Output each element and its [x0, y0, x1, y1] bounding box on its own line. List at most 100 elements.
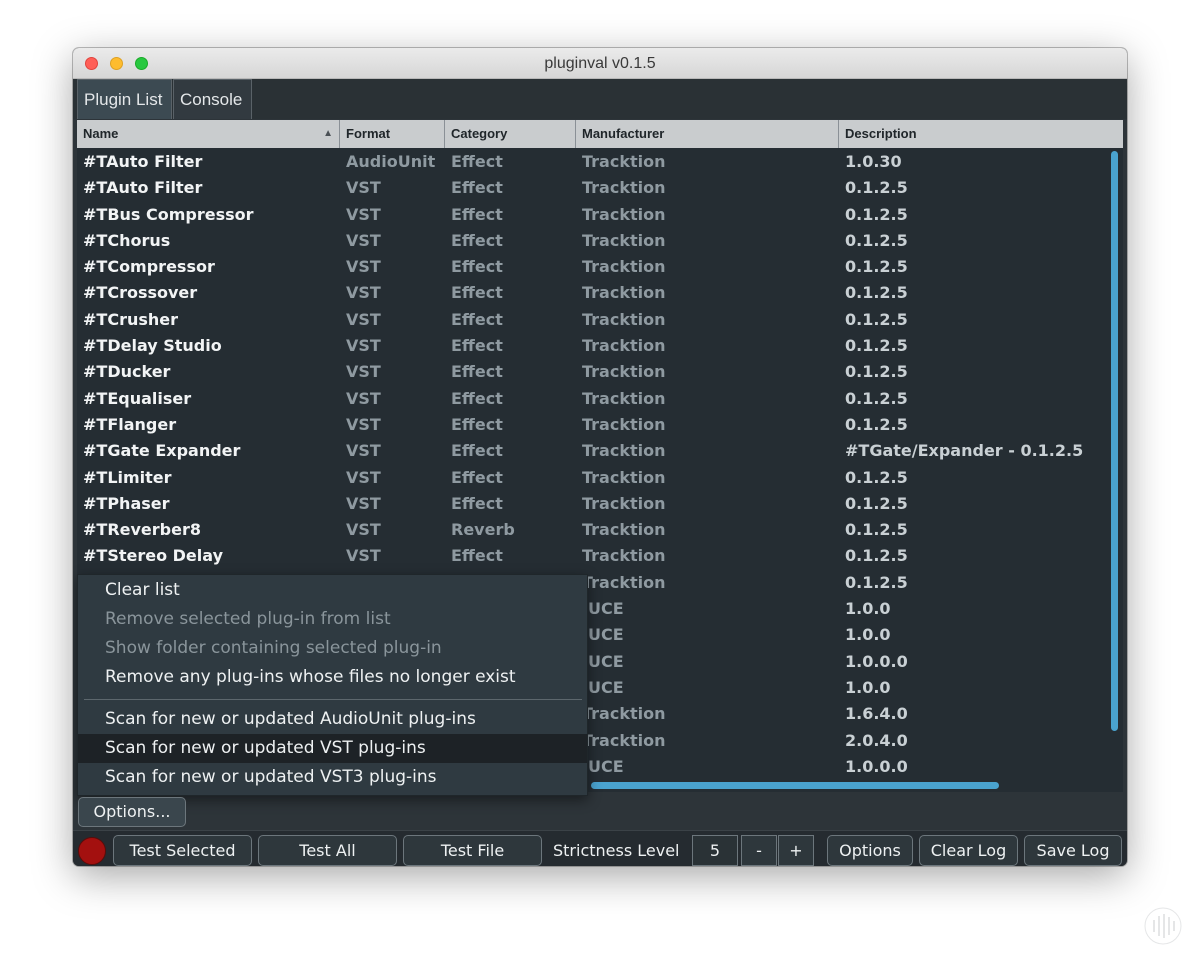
column-header-description[interactable]: Description	[839, 120, 1123, 148]
window-title: pluginval v0.1.5	[544, 55, 656, 72]
table-row[interactable]: #TStereo Delay VST Effect Tracktion 0.1.2.5	[77, 543, 1123, 569]
cell-manufacturer: JUCE	[582, 651, 624, 671]
table-row[interactable]: #TBus Compressor VST Effect Tracktion 0.1.2.…	[77, 202, 1123, 228]
cell-name: #TDucker	[83, 362, 171, 382]
tab-console[interactable]: Console	[173, 79, 252, 119]
cell-manufacturer: Tracktion	[582, 152, 666, 171]
cell-manufacturer: JUCE	[582, 677, 624, 697]
cell-name: #TDelay Studio	[83, 336, 222, 356]
cell-format: VST	[346, 467, 381, 487]
cell-description: 1.6.4.0	[845, 704, 908, 724]
cell-format: VST	[346, 388, 381, 408]
strictness-increase-button[interactable]: +	[778, 835, 814, 866]
cell-format: VST	[346, 309, 381, 329]
cell-name: #TBus Compressor	[83, 204, 254, 224]
cell-description: 1.0.0	[845, 625, 891, 645]
cell-description: 0.1.2.5	[845, 546, 908, 566]
cell-manufacturer: JUCE	[582, 756, 624, 776]
cell-manufacturer: Tracktion	[582, 388, 666, 408]
cell-category: Effect	[451, 414, 503, 434]
table-row[interactable]: #TAuto Filter VST Effect Tracktion 0.1.2.5	[77, 175, 1123, 201]
cell-format: VST	[346, 204, 381, 224]
cell-format: VST	[346, 362, 381, 382]
table-row[interactable]: #TEqualiser VST Effect Tracktion 0.1.2.5	[77, 386, 1123, 412]
cell-description: 0.1.2.5	[845, 362, 908, 382]
cell-name: #TPhaser	[83, 493, 170, 513]
cell-format: VST	[346, 178, 381, 198]
table-row[interactable]: #TLimiter VST Effect Tracktion 0.1.2.5	[77, 465, 1123, 491]
cell-name: #TAuto Filter	[83, 152, 203, 171]
cell-name: #TLimiter	[83, 467, 172, 487]
options-popup-menu: Clear list Remove selected plug-in from …	[77, 574, 588, 796]
cell-description: 0.1.2.5	[845, 257, 908, 277]
cell-description: 0.1.2.5	[845, 230, 908, 250]
menu-item-remove-selected: Remove selected plug-in from list	[105, 609, 391, 629]
table-row[interactable]: #TDucker VST Effect Tracktion 0.1.2.5	[77, 359, 1123, 385]
cell-manufacturer: Tracktion	[582, 546, 666, 566]
cell-description: 1.0.0	[845, 599, 891, 619]
table-row[interactable]: #TGate Expander VST Effect Tracktion #TGate/…	[77, 438, 1123, 464]
cell-manufacturer: Tracktion	[582, 414, 666, 434]
strictness-decrease-button[interactable]: -	[741, 835, 777, 866]
cell-description: 0.1.2.5	[845, 309, 908, 329]
cell-format: VST	[346, 336, 381, 356]
cell-description: 0.1.2.5	[845, 178, 908, 198]
cell-category: Effect	[451, 467, 503, 487]
cell-name: #TCrossover	[83, 283, 198, 303]
test-all-button[interactable]: Test All	[258, 835, 397, 866]
table-row[interactable]: #TCrusher VST Effect Tracktion 0.1.2.5	[77, 307, 1123, 333]
cell-description: 0.1.2.5	[845, 388, 908, 408]
test-selected-button[interactable]: Test Selected	[113, 835, 252, 866]
table-row[interactable]: #TReverber8 VST Reverb Tracktion 0.1.2.5	[77, 517, 1123, 543]
cell-category: Effect	[451, 441, 503, 461]
column-header-category[interactable]: Category	[445, 120, 576, 148]
cell-manufacturer: Tracktion	[582, 230, 666, 250]
menu-item-remove-missing[interactable]: Remove any plug-ins whose files no longe…	[78, 663, 587, 692]
cell-category: Effect	[451, 546, 503, 566]
cell-name: #TCompressor	[83, 257, 215, 277]
table-row[interactable]: #TChorus VST Effect Tracktion 0.1.2.5	[77, 228, 1123, 254]
record-indicator-icon[interactable]	[78, 837, 106, 865]
options-menu-button[interactable]: Options...	[78, 797, 186, 827]
cell-name: #TEqualiser	[83, 388, 192, 408]
table-row[interactable]: #TFlanger VST Effect Tracktion 0.1.2.5	[77, 412, 1123, 438]
test-file-button[interactable]: Test File	[403, 835, 542, 866]
table-row[interactable]: #TAuto Filter AudioUnit Effect Tracktion 1.0…	[77, 149, 1123, 175]
cell-description: 1.0.30	[845, 152, 902, 171]
menu-item-clear-list[interactable]: Clear list	[78, 576, 587, 605]
table-header: Name ▲ Format Category Manufacturer Desc…	[77, 120, 1123, 148]
menu-item-scan-audiounit[interactable]: Scan for new or updated AudioUnit plug-i…	[78, 705, 587, 734]
table-row[interactable]: #TCompressor VST Effect Tracktion 0.1.2.5	[77, 254, 1123, 280]
options-button[interactable]: Options	[827, 835, 913, 866]
cell-name: #TAuto Filter	[83, 178, 203, 198]
cell-description: 1.0.0	[845, 677, 891, 697]
table-row[interactable]: #TCrossover VST Effect Tracktion 0.1.2.5	[77, 280, 1123, 306]
vertical-scrollbar[interactable]	[1111, 151, 1118, 731]
cell-description: 0.1.2.5	[845, 520, 908, 540]
title-bar: pluginval v0.1.5	[73, 48, 1127, 79]
column-header-format[interactable]: Format	[340, 120, 445, 148]
menu-item-scan-vst3[interactable]: Scan for new or updated VST3 plug-ins	[78, 763, 587, 792]
menu-item-scan-vst[interactable]: Scan for new or updated VST plug-ins	[78, 734, 587, 763]
table-row[interactable]: #TDelay Studio VST Effect Tracktion 0.1.2.5	[77, 333, 1123, 359]
cell-category: Effect	[451, 283, 503, 303]
strictness-level-label: Strictness Level	[553, 841, 680, 860]
cell-description: #TGate/Expander - 0.1.2.5	[845, 441, 1084, 461]
cell-category: Effect	[451, 178, 503, 198]
cell-manufacturer: Tracktion	[582, 283, 666, 303]
table-row[interactable]: #TPhaser VST Effect Tracktion 0.1.2.5	[77, 491, 1123, 517]
clear-log-button[interactable]: Clear Log	[919, 835, 1018, 866]
cell-manufacturer: Tracktion	[582, 309, 666, 329]
horizontal-scrollbar[interactable]	[591, 782, 999, 789]
cell-manufacturer: Tracktion	[582, 520, 666, 540]
save-log-button[interactable]: Save Log	[1024, 835, 1122, 866]
cell-description: 0.1.2.5	[845, 493, 908, 513]
cell-description: 1.0.0.0	[845, 756, 908, 776]
column-header-name[interactable]: Name ▲	[77, 120, 340, 148]
strictness-level-input[interactable]: 5	[692, 835, 738, 866]
cell-category: Effect	[451, 152, 503, 171]
column-header-manufacturer[interactable]: Manufacturer	[576, 120, 839, 148]
tab-plugin-list[interactable]: Plugin List	[77, 79, 172, 119]
cell-name: #TChorus	[83, 230, 171, 250]
cell-category: Effect	[451, 257, 503, 277]
